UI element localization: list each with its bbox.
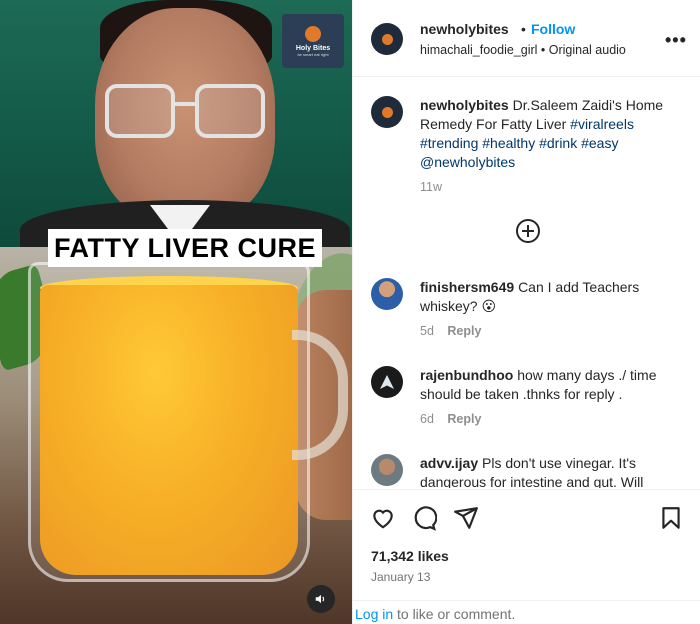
video-top-frame: Holy Bites be smart eat right	[0, 0, 352, 260]
comment-age: 6d	[420, 412, 434, 426]
share-icon[interactable]	[453, 505, 479, 531]
post-header: newholybites • Follow himachali_foodie_g…	[353, 0, 700, 77]
glass-mug	[28, 262, 310, 582]
mention-link[interactable]: @newholybites	[420, 154, 515, 170]
caption-username[interactable]: newholybites	[420, 97, 509, 113]
likes-count[interactable]: 71,342 likes	[371, 548, 449, 564]
login-link[interactable]: Log in	[355, 606, 393, 622]
post-side-panel: newholybites • Follow himachali_foodie_g…	[352, 0, 700, 624]
post-actions: 71,342 likes January 13 Log in to like o…	[353, 489, 700, 624]
comment-username[interactable]: advv.ijay	[420, 455, 478, 471]
plus-circle-icon[interactable]	[516, 219, 540, 243]
instagram-post-view: Holy Bites be smart eat right FATTY LIVE…	[0, 0, 700, 624]
video-caption-overlay: FATTY LIVER CURE	[48, 229, 323, 267]
hashtag-links[interactable]: #trending #healthy #drink #easy	[420, 135, 618, 151]
caption-age: 11w	[420, 180, 443, 194]
heart-icon[interactable]	[370, 505, 396, 531]
comments-list[interactable]: newholybites Dr.Saleem Zaidi's Home Reme…	[353, 78, 700, 488]
post-date[interactable]: January 13	[371, 570, 430, 584]
speaker-icon[interactable]	[307, 585, 335, 613]
comment-icon[interactable]	[411, 505, 437, 531]
bookmark-icon[interactable]	[658, 505, 684, 531]
audio-credit[interactable]: himachali_foodie_girl • Original audio	[420, 43, 626, 57]
reply-button[interactable]: Reply	[447, 412, 481, 426]
login-prompt-text: to like or comment.	[397, 606, 516, 622]
more-options-icon[interactable]: •••	[665, 30, 687, 51]
author-avatar[interactable]	[371, 96, 403, 128]
glasses	[105, 84, 265, 140]
comment-age: 5d	[420, 324, 434, 338]
separator-dot: •	[521, 21, 526, 37]
hashtag-link[interactable]: #viralreels	[570, 116, 634, 132]
commenter-avatar[interactable]	[371, 454, 403, 486]
comment-username[interactable]: finishersm649	[420, 279, 514, 295]
login-prompt: Log in to like or comment.	[353, 600, 700, 624]
comment-username[interactable]: rajenbundhoo	[420, 367, 513, 383]
holy-bites-logo: Holy Bites be smart eat right	[282, 14, 344, 68]
reply-button[interactable]: Reply	[447, 324, 481, 338]
commenter-avatar[interactable]	[371, 366, 403, 398]
follow-button[interactable]: Follow	[531, 21, 575, 37]
author-avatar[interactable]	[371, 23, 403, 55]
reel-video[interactable]: Holy Bites be smart eat right FATTY LIVE…	[0, 0, 352, 624]
commenter-avatar[interactable]	[371, 278, 403, 310]
author-username[interactable]: newholybites	[420, 21, 509, 37]
